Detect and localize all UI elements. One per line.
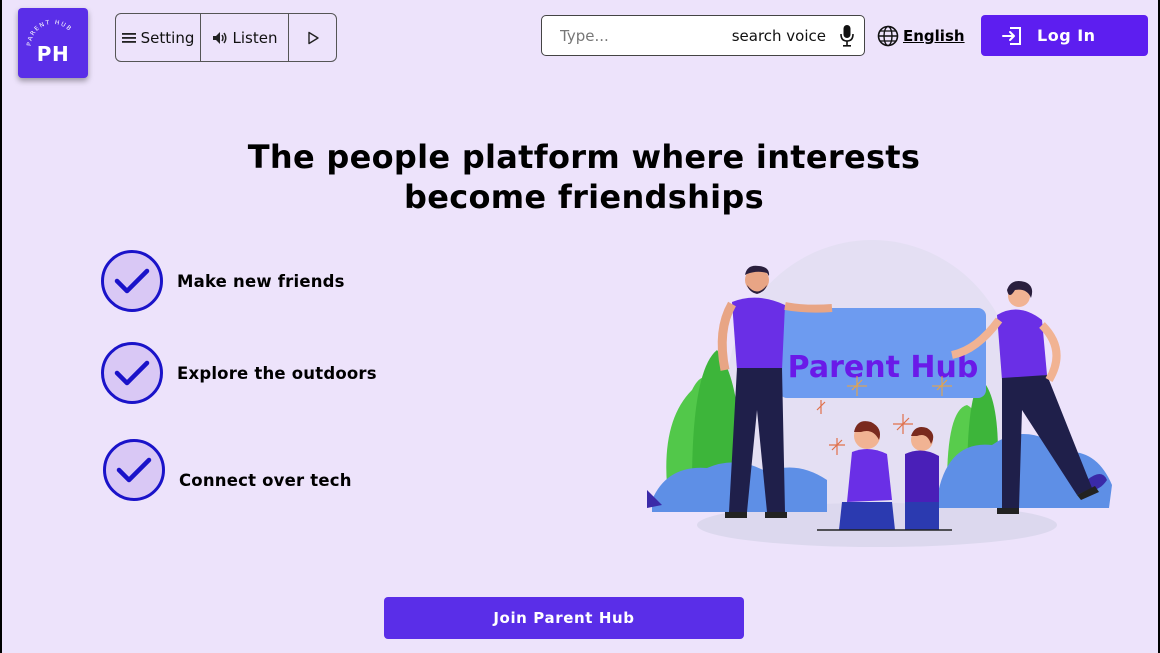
logo-text: PH bbox=[36, 42, 70, 66]
join-label: Join Parent Hub bbox=[493, 609, 635, 627]
setting-button[interactable]: Setting bbox=[116, 14, 201, 61]
hamburger-icon bbox=[121, 32, 136, 43]
join-button[interactable]: Join Parent Hub bbox=[384, 597, 744, 639]
setting-label: Setting bbox=[140, 28, 195, 47]
search-input[interactable] bbox=[560, 26, 710, 45]
accessibility-toolbar: Setting Listen bbox=[115, 13, 337, 62]
speaker-icon bbox=[212, 31, 227, 44]
parent-hub-illustration: Parent Hub bbox=[647, 240, 1112, 547]
language-selector[interactable]: English bbox=[877, 25, 965, 47]
feature-label: Connect over tech bbox=[179, 470, 352, 490]
check-icon bbox=[101, 250, 163, 312]
microphone-icon[interactable] bbox=[840, 24, 854, 48]
feature-item: Connect over tech bbox=[103, 439, 352, 501]
login-icon bbox=[1002, 26, 1021, 45]
check-icon bbox=[101, 342, 163, 404]
headline-line-2: become friendships bbox=[404, 178, 764, 216]
play-icon bbox=[307, 31, 319, 44]
login-label: Log In bbox=[1037, 26, 1096, 45]
search-bar: search voice bbox=[541, 15, 865, 56]
feature-label: Make new friends bbox=[177, 271, 345, 291]
listen-button[interactable]: Listen bbox=[201, 14, 289, 61]
play-button[interactable] bbox=[289, 14, 336, 61]
globe-icon bbox=[877, 25, 899, 47]
feature-item: Explore the outdoors bbox=[101, 342, 377, 404]
language-label: English bbox=[903, 27, 965, 45]
logo[interactable]: PARENT HUB PH bbox=[18, 8, 88, 78]
sign-text: Parent Hub bbox=[788, 350, 979, 385]
login-button[interactable]: Log In bbox=[981, 15, 1148, 56]
feature-item: Make new friends bbox=[101, 250, 345, 312]
check-icon bbox=[103, 439, 165, 501]
listen-label: Listen bbox=[232, 28, 278, 47]
page-title: The people platform where interests beco… bbox=[202, 137, 966, 217]
feature-label: Explore the outdoors bbox=[177, 363, 377, 383]
search-voice-label: search voice bbox=[731, 26, 826, 45]
headline-line-1: The people platform where interests bbox=[247, 138, 921, 176]
